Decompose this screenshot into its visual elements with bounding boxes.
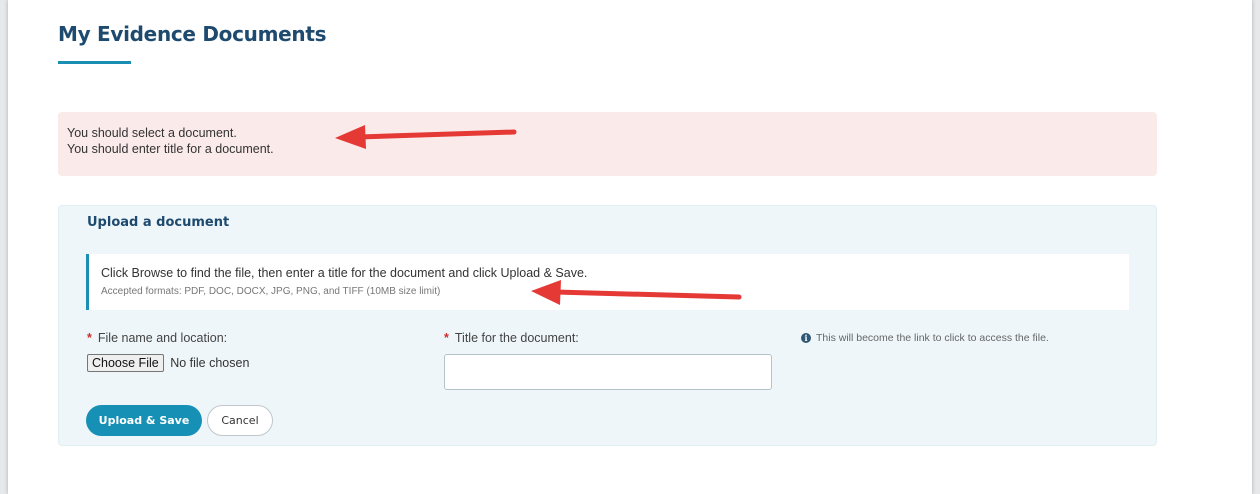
no-file-chosen-text: No file chosen bbox=[170, 356, 250, 370]
instructions-text: Click Browse to find the file, then ente… bbox=[101, 266, 588, 280]
alert-message-enter-title: You should enter title for a document. bbox=[67, 142, 274, 156]
cancel-button[interactable]: Cancel bbox=[207, 405, 273, 436]
accepted-formats-text: Accepted formats: PDF, DOC, DOCX, JPG, P… bbox=[101, 286, 441, 297]
required-asterisk: * bbox=[87, 331, 92, 345]
upload-heading: Upload a document bbox=[87, 215, 230, 230]
title-label-text: Title for the document: bbox=[454, 331, 579, 345]
choose-file-button[interactable]: Choose File bbox=[87, 354, 164, 372]
document-title-input[interactable] bbox=[444, 354, 772, 390]
title-hint: i This will become the link to click to a… bbox=[801, 332, 1049, 344]
upload-document-panel: Upload a document Click Browse to find t… bbox=[58, 205, 1157, 446]
title-field-label: * Title for the document: bbox=[444, 331, 579, 345]
red-arrow-annotation-formats bbox=[531, 280, 742, 305]
file-label-text: File name and location: bbox=[97, 331, 228, 345]
red-arrow-annotation-alert bbox=[335, 125, 517, 149]
hint-text: This will become the link to click to ac… bbox=[816, 332, 1049, 344]
upload-save-button[interactable]: Upload & Save bbox=[86, 405, 202, 436]
page-container: My Evidence Documents You should select … bbox=[8, 0, 1252, 494]
info-circle-icon: i bbox=[801, 333, 811, 343]
file-field-label: * File name and location: bbox=[87, 331, 227, 345]
required-asterisk: * bbox=[444, 331, 449, 345]
alert-message-select-document: You should select a document. bbox=[67, 126, 237, 140]
validation-alert: You should select a document. You should… bbox=[58, 112, 1157, 176]
title-underline bbox=[58, 61, 131, 64]
file-input: Choose File No file chosen bbox=[87, 354, 249, 372]
page-title: My Evidence Documents bbox=[58, 22, 327, 46]
